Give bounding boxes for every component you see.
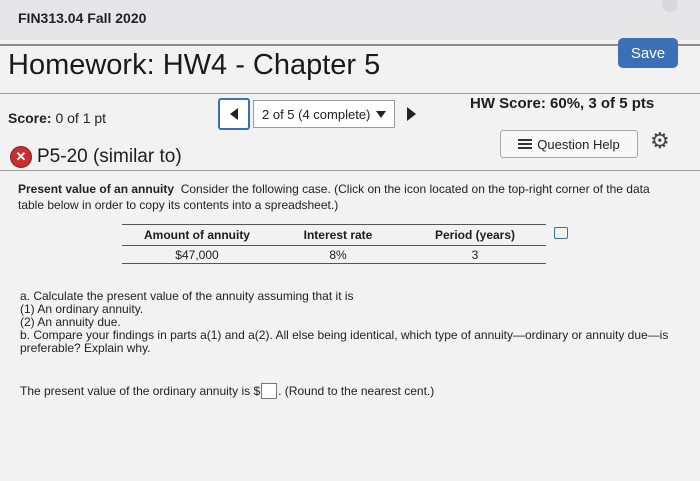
table-header-cell: Interest rate — [303, 228, 373, 242]
question-help-button[interactable]: Question Help — [500, 130, 638, 158]
table-header-cell: Amount of annuity — [144, 228, 250, 242]
question-divider — [0, 170, 700, 171]
gear-icon[interactable]: ⚙ — [650, 128, 670, 154]
chevron-down-icon — [376, 110, 387, 118]
table-bottom-rule — [122, 263, 546, 264]
data-table: Amount of annuity Interest rate Period (… — [122, 224, 546, 264]
next-question-button[interactable] — [407, 107, 417, 121]
x-circle-icon: ✕ — [10, 146, 32, 168]
previous-question-button[interactable] — [218, 98, 250, 130]
hw-score: HW Score: 60%, 3 of 5 pts — [470, 95, 655, 112]
question-id: P5-20 (similar to) — [37, 146, 182, 167]
list-icon — [518, 139, 533, 149]
course-title: FIN313.04 Fall 2020 — [18, 10, 147, 26]
question-intro: Present value of an annuity Consider the… — [18, 181, 678, 213]
question-navigator: 2 of 5 (4 complete) — [218, 98, 417, 130]
table-cell: 3 — [471, 247, 479, 262]
question-parts: a. Calculate the present value of the an… — [20, 290, 670, 355]
table-cell: $47,000 — [175, 247, 219, 262]
intro-topic: Present value of an annuity — [18, 182, 175, 196]
score-value: 0 of 1 pt — [55, 110, 107, 126]
table-header: Amount of annuity Interest rate Period (… — [122, 225, 546, 245]
answer-input[interactable] — [261, 383, 278, 399]
table-header-cell: Period (years) — [434, 228, 516, 242]
header-divider — [0, 44, 700, 46]
answer-line: The present value of the ordinary annuit… — [20, 383, 434, 399]
part-b: b. Compare your findings in parts a(1) a… — [20, 328, 669, 355]
question-header: ✕ P5-20 (similar to) — [10, 146, 182, 168]
page-title: Homework: HW4 - Chapter 5 — [8, 49, 381, 81]
save-button[interactable]: Save — [618, 38, 678, 68]
answer-hint: . (Round to the nearest cent.) — [278, 384, 435, 398]
chevron-left-icon — [230, 108, 238, 120]
answer-prompt: The present value of the ordinary annuit… — [20, 384, 261, 398]
question-select-value: 2 of 5 (4 complete) — [262, 106, 371, 122]
title-divider — [0, 93, 700, 94]
table-row: $47,000 8% 3 — [122, 246, 546, 263]
copy-icon[interactable] — [554, 227, 568, 239]
question-select[interactable]: 2 of 5 (4 complete) — [253, 100, 396, 128]
table-cell: 8% — [329, 247, 347, 262]
question-help-label: Question Help — [537, 136, 620, 152]
score-label: Score: — [8, 110, 52, 126]
score: Score: 0 of 1 pt — [8, 110, 106, 126]
